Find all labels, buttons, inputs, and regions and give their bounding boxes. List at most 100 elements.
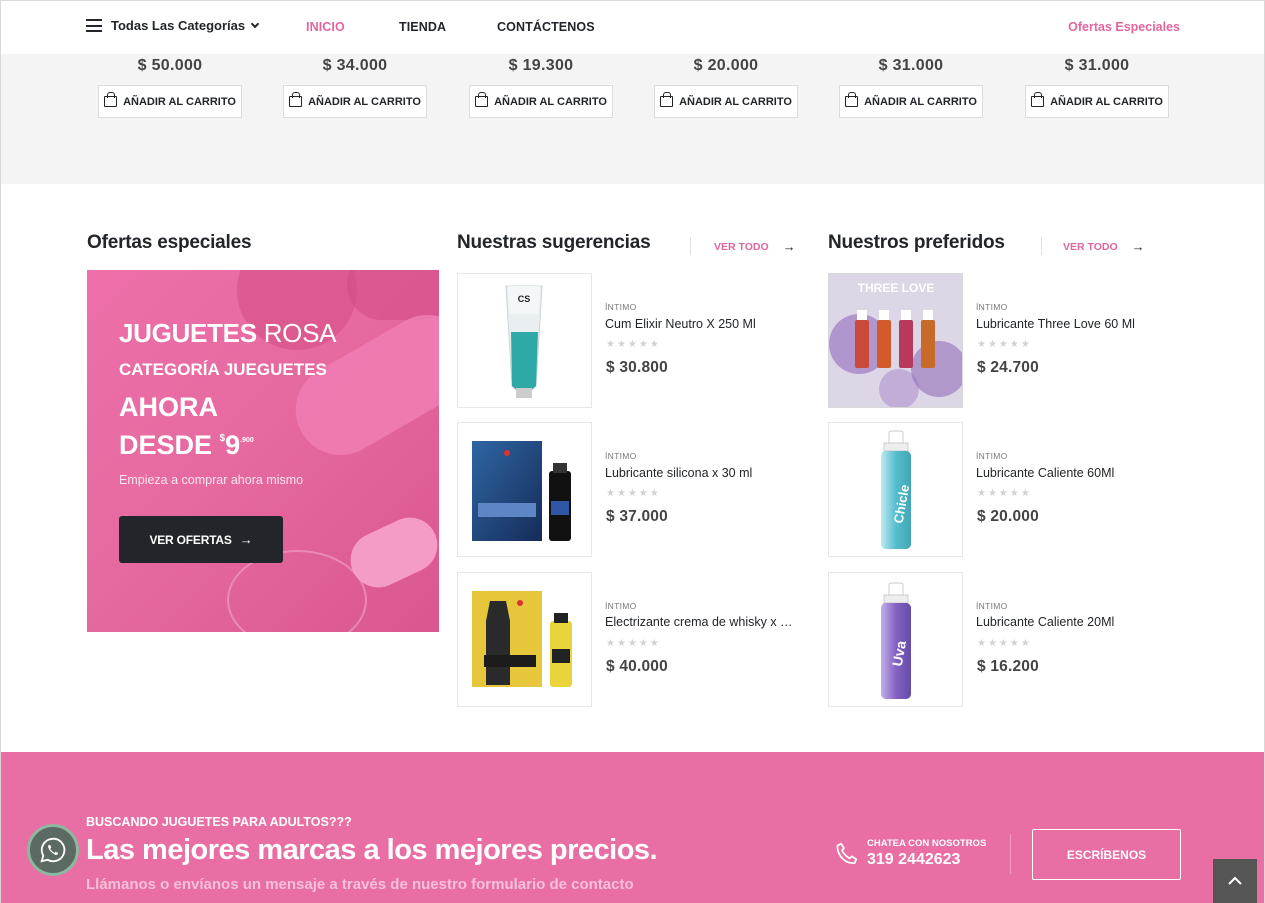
product-price: $ 31.000 xyxy=(878,57,944,74)
product-image-lubricante-silicona[interactable] xyxy=(457,422,592,557)
rating-stars: ★★★★★ xyxy=(606,488,661,499)
shopping-bag-icon xyxy=(660,92,674,107)
special-offers-link[interactable]: Ofertas Especiales xyxy=(1068,20,1180,34)
banner-decoration xyxy=(347,270,439,320)
chevron-down-icon xyxy=(250,19,260,28)
product-image-lubricante-caliente-60[interactable]: Chicle xyxy=(828,422,963,557)
add-to-cart-label: AÑADIR AL CARRITO xyxy=(123,95,236,108)
product-image-crema-whisky[interactable] xyxy=(457,572,592,707)
chat-label: CHATEA CON NOSOTROS xyxy=(867,838,987,849)
add-to-cart-button[interactable]: AÑADIR AL CARRITO xyxy=(839,85,983,118)
banner-category: CATEGORÍA JUEGUETES xyxy=(119,360,327,379)
all-categories-label: Todas Las Categorías xyxy=(111,18,246,33)
product-category: ÍNTIMO xyxy=(605,601,637,611)
banner-price-heading: AHORA DESDE $9.900 xyxy=(119,392,254,460)
nav-link-tienda[interactable]: TIENDA xyxy=(399,20,446,34)
shopping-bag-icon xyxy=(845,92,859,107)
product-price: $ 24.700 xyxy=(977,359,1039,376)
arrow-right-icon: → xyxy=(782,239,796,254)
add-to-cart-button[interactable]: AÑADIR AL CARRITO xyxy=(98,85,242,118)
product-name[interactable]: Lubricante Caliente 20Ml xyxy=(976,615,1181,629)
main-nav: Todas Las Categorías INICIO TIENDA CONTÁ… xyxy=(1,0,1264,54)
cta-subtitle: Llámanos o envíanos un mensaje a través … xyxy=(86,876,634,893)
product-category: ÍNTIMO xyxy=(976,302,1008,312)
product-category: ÍNTIMO xyxy=(976,601,1008,611)
phone-icon xyxy=(836,842,858,865)
rating-stars: ★★★★★ xyxy=(977,488,1032,499)
product-price: $ 31.000 xyxy=(1064,57,1130,74)
shopping-bag-icon xyxy=(289,92,303,107)
banner-subtitle: Empieza a comprar ahora mismo xyxy=(119,473,304,487)
menu-icon xyxy=(86,19,102,32)
add-to-cart-label: AÑADIR AL CARRITO xyxy=(679,95,792,108)
rating-stars: ★★★★★ xyxy=(977,339,1032,350)
shopping-bag-icon xyxy=(1031,92,1045,107)
add-to-cart-button[interactable]: AÑADIR AL CARRITO xyxy=(654,85,798,118)
see-all-label: VER TODO xyxy=(714,240,769,253)
arrow-right-icon: → xyxy=(1131,239,1145,254)
product-price: $ 30.800 xyxy=(606,359,668,376)
promo-banner[interactable]: JUGUETES ROSA CATEGORÍA JUEGUETES AHORA … xyxy=(87,270,439,632)
rating-stars: ★★★★★ xyxy=(606,339,661,350)
add-to-cart-label: AÑADIR AL CARRITO xyxy=(494,95,607,108)
nav-link-inicio[interactable]: INICIO xyxy=(306,20,345,34)
strip-product: $ 20.000 AÑADIR AL CARRITO xyxy=(654,54,798,118)
product-price: $ 16.200 xyxy=(977,658,1039,675)
see-offers-button[interactable]: VER OFERTAS → xyxy=(119,516,283,563)
shopping-bag-icon xyxy=(475,92,489,107)
product-name[interactable]: Electrizante crema de whisky x … xyxy=(605,615,810,629)
product-image-three-love[interactable]: THREE LOVE xyxy=(828,273,963,408)
strip-product: $ 50.000 AÑADIR AL CARRITO xyxy=(98,54,242,118)
add-to-cart-button[interactable]: AÑADIR AL CARRITO xyxy=(1025,85,1169,118)
divider xyxy=(690,237,691,255)
product-price: $ 37.000 xyxy=(606,508,668,525)
suggestions-see-all-link[interactable]: VER TODO → xyxy=(714,239,796,254)
product-name[interactable]: Lubricante silicona x 30 ml xyxy=(605,466,810,480)
product-price: $ 20.000 xyxy=(977,508,1039,525)
arrow-right-icon: → xyxy=(239,532,253,547)
banner-heading: JUGUETES ROSA xyxy=(119,318,337,348)
product-image-cum-elixir[interactable]: CS xyxy=(457,273,592,408)
cta-headline: Las mejores marcas a los mejores precios… xyxy=(86,834,658,866)
strip-product: $ 31.000 AÑADIR AL CARRITO xyxy=(1025,54,1169,118)
three-love-label: THREE LOVE xyxy=(858,281,935,295)
product-price: $ 20.000 xyxy=(693,57,759,74)
write-us-button[interactable]: ESCRÍBENOS xyxy=(1032,829,1181,880)
add-to-cart-label: AÑADIR AL CARRITO xyxy=(308,95,421,108)
whatsapp-icon xyxy=(40,837,66,863)
nav-link-contactenos[interactable]: CONTÁCTENOS xyxy=(497,20,595,34)
strip-product: $ 31.000 AÑADIR AL CARRITO xyxy=(839,54,983,118)
strip-product: $ 34.000 AÑADIR AL CARRITO xyxy=(283,54,427,118)
suggestions-title: Nuestras sugerencias xyxy=(457,232,651,253)
contact-cta-section: BUSCANDO JUGUETES PARA ADULTOS??? Las me… xyxy=(1,752,1264,903)
phone-number[interactable]: 319 2442623 xyxy=(867,851,960,869)
all-categories-dropdown[interactable]: Todas Las Categorías xyxy=(86,18,260,33)
cta-kicker: BUSCANDO JUGUETES PARA ADULTOS??? xyxy=(86,815,352,829)
product-category: ÍNTIMO xyxy=(976,451,1008,461)
product-category: ÍNTIMO xyxy=(605,451,637,461)
product-strip: $ 50.000 AÑADIR AL CARRITO $ 34.000 AÑAD… xyxy=(1,54,1264,184)
divider xyxy=(1041,237,1042,255)
rating-stars: ★★★★★ xyxy=(606,638,661,649)
add-to-cart-button[interactable]: AÑADIR AL CARRITO xyxy=(283,85,427,118)
divider xyxy=(1010,834,1011,874)
product-name[interactable]: Lubricante Caliente 60Ml xyxy=(976,466,1181,480)
product-image-lubricante-caliente-20[interactable]: Uva xyxy=(828,572,963,707)
see-all-label: VER TODO xyxy=(1063,240,1118,253)
product-name[interactable]: Lubricante Three Love 60 Ml xyxy=(976,317,1181,331)
product-name[interactable]: Cum Elixir Neutro X 250 Ml xyxy=(605,317,810,331)
offers-title: Ofertas especiales xyxy=(87,232,252,253)
add-to-cart-label: AÑADIR AL CARRITO xyxy=(864,95,977,108)
rating-stars: ★★★★★ xyxy=(977,638,1032,649)
product-price: $ 19.300 xyxy=(508,57,574,74)
add-to-cart-button[interactable]: AÑADIR AL CARRITO xyxy=(469,85,613,118)
favorites-title: Nuestros preferidos xyxy=(828,232,1005,253)
scroll-to-top-button[interactable] xyxy=(1213,859,1257,903)
whatsapp-button[interactable] xyxy=(27,824,79,876)
product-price: $ 40.000 xyxy=(606,658,668,675)
product-price: $ 50.000 xyxy=(137,57,203,74)
strip-product: $ 19.300 AÑADIR AL CARRITO xyxy=(469,54,613,118)
chevron-up-icon xyxy=(1228,876,1242,885)
favorites-see-all-link[interactable]: VER TODO → xyxy=(1063,239,1145,254)
shopping-bag-icon xyxy=(104,92,118,107)
